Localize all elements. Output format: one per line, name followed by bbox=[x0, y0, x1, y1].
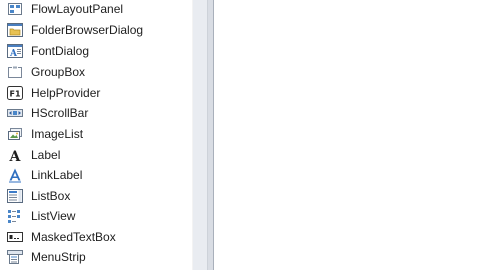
toolbox-item-hscrollbar[interactable]: HScrollBar bbox=[0, 103, 192, 123]
toolbox-item-flowlayoutpanel[interactable]: FlowLayoutPanel bbox=[0, 0, 192, 19]
toolbox-item-groupbox[interactable]: GroupBox bbox=[0, 62, 192, 82]
label-icon: A bbox=[7, 147, 23, 163]
list-box-icon bbox=[7, 188, 23, 204]
toolbox-item-label: Label bbox=[31, 148, 61, 162]
toolbox-item-helpprovider[interactable]: F1 HelpProvider bbox=[0, 83, 192, 103]
toolbox-item-maskedtextbox[interactable]: MaskedTextBox bbox=[0, 227, 192, 247]
hscrollbar-icon bbox=[7, 105, 23, 121]
toolbox-item-label: HScrollBar bbox=[31, 106, 89, 120]
link-label-icon bbox=[7, 167, 23, 183]
toolbox-item-label: ListView bbox=[31, 209, 76, 223]
svg-text:F1: F1 bbox=[10, 90, 21, 99]
toolbox-item-imagelist[interactable]: ImageList bbox=[0, 124, 192, 144]
toolbox-item-label: FlowLayoutPanel bbox=[31, 2, 124, 16]
help-provider-icon: F1 bbox=[7, 85, 23, 101]
toolbox-item-label: MenuStrip bbox=[31, 250, 86, 264]
toolbox-item-label: GroupBox bbox=[31, 65, 86, 79]
toolbox-panel: FlowLayoutPanel FolderBrowserDialog A Fo… bbox=[0, 0, 192, 270]
image-list-icon bbox=[7, 126, 23, 142]
toolbox-item-label: MaskedTextBox bbox=[31, 230, 116, 244]
panel-splitter[interactable] bbox=[193, 0, 207, 270]
svg-text:A: A bbox=[9, 149, 22, 163]
toolbox-item-fontdialog[interactable]: A FontDialog bbox=[0, 41, 192, 61]
svg-text:A: A bbox=[9, 49, 18, 59]
toolbox-item-menustrip[interactable]: MenuStrip bbox=[0, 247, 192, 267]
toolbox-item-label: ImageList bbox=[31, 127, 84, 141]
flow-layout-panel-icon bbox=[7, 1, 23, 17]
folder-browser-dialog-icon bbox=[7, 22, 23, 38]
toolbox-item-listview[interactable]: ListView bbox=[0, 206, 192, 226]
toolbox-item-label-control[interactable]: A Label bbox=[0, 145, 192, 165]
toolbox-item-label: ListBox bbox=[31, 189, 71, 203]
toolbox-item-listbox[interactable]: ListBox bbox=[0, 186, 192, 206]
font-dialog-icon: A bbox=[7, 43, 23, 59]
group-box-icon bbox=[7, 64, 23, 80]
toolbox-item-label: FolderBrowserDialog bbox=[31, 23, 144, 37]
toolbox-item-linklabel[interactable]: LinkLabel bbox=[0, 165, 192, 185]
designer-surface[interactable] bbox=[214, 0, 480, 270]
masked-text-box-icon bbox=[7, 229, 23, 245]
toolbox-item-folderbrowserdialog[interactable]: FolderBrowserDialog bbox=[0, 20, 192, 40]
toolbox-item-label: HelpProvider bbox=[31, 86, 101, 100]
toolbox-item-label: LinkLabel bbox=[31, 168, 83, 182]
list-view-icon bbox=[7, 208, 23, 224]
menu-strip-icon bbox=[7, 249, 23, 265]
toolbox-item-label: FontDialog bbox=[31, 44, 90, 58]
